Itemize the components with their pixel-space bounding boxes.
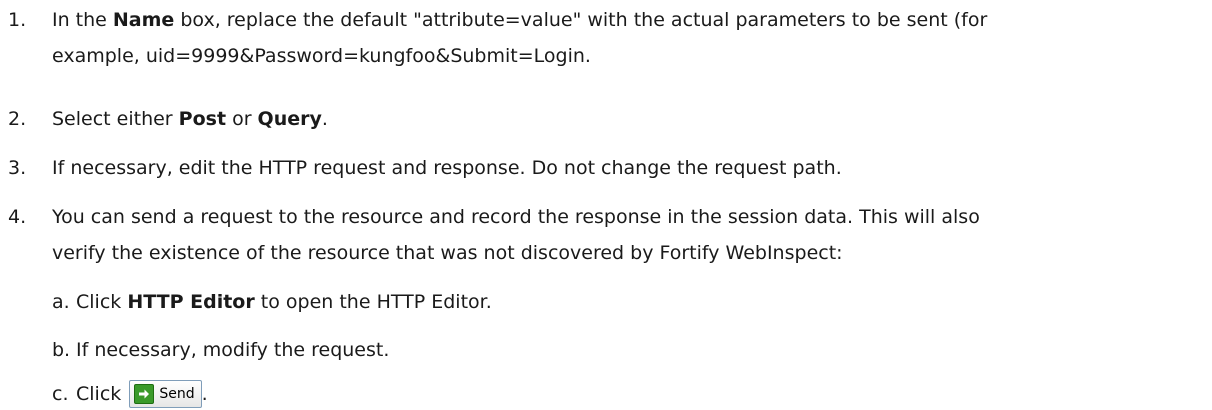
step-text: example, uid=9999&Password=kungfoo&Submi… xyxy=(52,45,591,67)
substep-letter: a. xyxy=(52,291,70,313)
step-number: 4. xyxy=(8,206,27,228)
step-number: 3. xyxy=(8,157,27,179)
step-number: 2. xyxy=(8,108,27,130)
send-button-label: Send xyxy=(159,386,195,402)
green-arrow-right-icon xyxy=(134,384,155,404)
substep-letter: c. xyxy=(52,383,69,405)
substep-text: Click Send. xyxy=(76,378,208,410)
substep-letter: b. xyxy=(52,339,71,361)
step-text: In the Name box, replace the default "at… xyxy=(52,9,988,31)
substep-text: Click HTTP Editor to open the HTTP Edito… xyxy=(76,291,492,313)
send-button[interactable]: Send xyxy=(129,380,202,408)
step-text: You can send a request to the resource a… xyxy=(52,206,980,228)
step-text: verify the existence of the resource tha… xyxy=(52,242,843,264)
ui-term-name: Name xyxy=(112,9,175,31)
substep-text: If necessary, modify the request. xyxy=(76,339,390,361)
step-number: 1. xyxy=(8,9,27,31)
ui-term-query: Query xyxy=(257,108,322,130)
step-text: Select either Post or Query. xyxy=(52,108,328,130)
step-text: If necessary, edit the HTTP request and … xyxy=(52,157,842,179)
ui-term-post: Post xyxy=(178,108,227,130)
ui-term-http-editor: HTTP Editor xyxy=(127,291,255,313)
